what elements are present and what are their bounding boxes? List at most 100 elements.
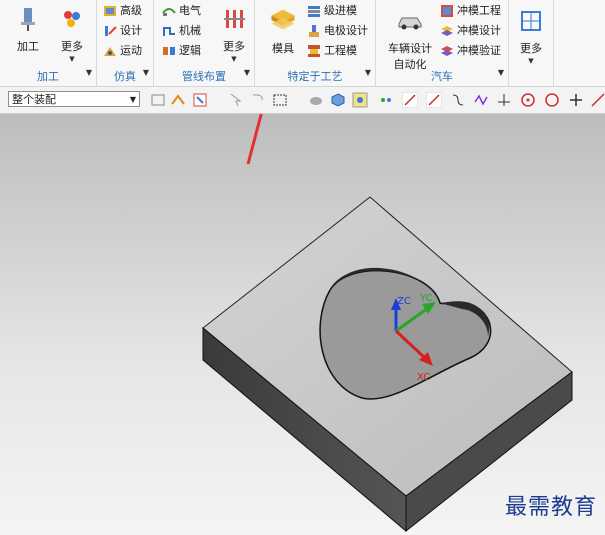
progressive-die-label: 级进模: [324, 4, 357, 17]
die-design-button[interactable]: 冲模设计: [440, 22, 501, 40]
plus-icon[interactable]: [568, 92, 584, 108]
assembly-filter-select[interactable]: 整个装配 ▼: [8, 91, 140, 107]
electrical-label: 电气: [179, 4, 201, 17]
chevron-down-icon: ▼: [69, 55, 75, 63]
mold-label: 模具: [272, 42, 294, 55]
chevron-down-icon: ▼: [528, 57, 534, 65]
quadrant-point-icon[interactable]: [544, 92, 560, 108]
group-title-process: 特定于工艺 ▼: [287, 68, 372, 83]
select-mode-icon[interactable]: [192, 92, 208, 108]
machining-label: 加工: [17, 40, 39, 53]
group-machining: 加工 更多 ▼ 加工 ▼: [0, 0, 97, 86]
center-point-icon[interactable]: [520, 92, 536, 108]
sim-motion-button[interactable]: 运动: [103, 42, 142, 60]
mold-button[interactable]: 模具: [261, 4, 305, 56]
group-extra: 更多 ▼: [509, 0, 554, 86]
extra-more-button[interactable]: 更多 ▼: [513, 8, 549, 65]
ribbon: 加工 更多 ▼ 加工 ▼ 高级 设计 运动 仿真 ▼ 电气 机械 逻辑 更多 ▼ 管…: [0, 0, 605, 87]
routing-more-button[interactable]: 更多 ▼: [216, 6, 252, 63]
die-validation-button[interactable]: 冲模验证: [440, 42, 501, 60]
more-icon: [224, 10, 245, 28]
die-design-icon: [441, 26, 453, 36]
node-icon[interactable]: [378, 92, 394, 108]
electrical-icon: [162, 8, 176, 16]
routing-electrical-button[interactable]: 电气: [162, 2, 201, 20]
electrode-design-button[interactable]: 电极设计: [307, 22, 368, 40]
x-axis-label: XC: [417, 372, 430, 383]
die-engineering-icon: [441, 5, 453, 17]
filter-icon[interactable]: [150, 92, 166, 108]
progressive-die-button[interactable]: 级进模: [307, 2, 357, 20]
engineering-die-label: 工程模: [324, 44, 357, 57]
chevron-down-icon: ▼: [231, 55, 237, 63]
electrode-design-label: 电极设计: [324, 24, 368, 37]
group-automotive: 车辆设计 自动化 冲模工程 冲模设计 冲模验证 汽车 ▼: [376, 0, 509, 86]
chevron-down-icon[interactable]: ▼: [143, 68, 149, 77]
machining-button[interactable]: 加工: [8, 6, 48, 54]
group-title-simulation: 仿真 ▼: [114, 68, 149, 83]
z-axis-label: ZC: [397, 296, 411, 307]
selection-toolbar: 整个装配 ▼: [0, 87, 605, 114]
y-axis-label: YC: [419, 293, 433, 304]
cursor-icon[interactable]: [228, 92, 244, 108]
die-engineering-button[interactable]: 冲模工程: [440, 2, 501, 20]
advanced-sim-icon: [104, 6, 116, 16]
die-validation-icon: [441, 46, 453, 56]
sim-advanced-label: 高级: [120, 4, 142, 17]
die-design-label: 冲模设计: [457, 24, 501, 37]
point-snap-icon[interactable]: [352, 92, 368, 108]
mechanical-label: 机械: [179, 24, 201, 37]
grid-icon: [521, 11, 541, 31]
group-title-routing: 管线布置 ▼: [182, 68, 250, 83]
logical-icon: [163, 47, 175, 55]
design-sim-icon: [105, 26, 117, 36]
machining-more-button[interactable]: 更多 ▼: [52, 6, 92, 63]
engineering-die-button[interactable]: 工程模: [307, 42, 357, 60]
wave-icon[interactable]: [474, 92, 490, 108]
sim-motion-label: 运动: [120, 44, 142, 57]
annotation-arrow: [246, 114, 263, 165]
chevron-down-icon[interactable]: ▼: [365, 68, 371, 77]
engineering-die-icon: [308, 45, 320, 57]
progressive-die-icon: [308, 6, 320, 17]
more-icon: [64, 11, 80, 27]
sim-advanced-button[interactable]: 高级: [103, 2, 142, 20]
intersection-icon[interactable]: [496, 92, 512, 108]
group-title-automotive: 汽车 ▼: [431, 68, 504, 83]
group-process-specific: 模具 级进模 电极设计 工程模 特定于工艺 ▼: [255, 0, 376, 86]
assembly-filter-value: 整个装配: [12, 93, 56, 106]
mechanical-icon: [163, 27, 175, 36]
curve-icon[interactable]: [450, 92, 466, 108]
motion-sim-icon: [104, 47, 116, 56]
line-point-icon[interactable]: [590, 92, 605, 108]
sim-design-button[interactable]: 设计: [103, 22, 142, 40]
line-end-icon[interactable]: [402, 92, 418, 108]
die-engineering-label: 冲模工程: [457, 4, 501, 17]
graphics-viewport[interactable]: ZC YC XC 最需教育: [0, 114, 605, 535]
vehicle-label-line1: 车辆设计: [388, 42, 432, 55]
logical-label: 逻辑: [179, 44, 201, 57]
routing-more-label: 更多: [223, 40, 245, 53]
vehicle-design-automation-button[interactable]: 车辆设计 自动化: [380, 8, 440, 72]
machining-more-label: 更多: [61, 40, 83, 53]
model-canvas: ZC YC XC: [202, 114, 573, 533]
line-mid-icon[interactable]: [426, 92, 442, 108]
cube-icon[interactable]: [330, 92, 346, 108]
rectangle-select-icon[interactable]: [272, 92, 288, 108]
die-validation-label: 冲模验证: [457, 44, 501, 57]
electrode-icon: [309, 25, 319, 37]
chevron-down-icon[interactable]: ▼: [86, 68, 92, 77]
watermark: 最需教育: [504, 495, 597, 520]
chevron-down-icon[interactable]: ▼: [244, 68, 250, 77]
sim-design-label: 设计: [120, 24, 142, 37]
routing-logical-button[interactable]: 逻辑: [162, 42, 201, 60]
routing-mechanical-button[interactable]: 机械: [162, 22, 201, 40]
mold-icon: [271, 9, 295, 30]
shade-icon[interactable]: [308, 92, 324, 108]
snap-icon[interactable]: [170, 92, 186, 108]
group-simulation: 高级 设计 运动 仿真 ▼: [97, 0, 154, 86]
group-routing: 电气 机械 逻辑 更多 ▼ 管线布置 ▼: [154, 0, 255, 86]
extra-more-label: 更多: [520, 42, 542, 55]
chevron-down-icon[interactable]: ▼: [498, 68, 504, 77]
lasso-icon[interactable]: [250, 92, 266, 108]
